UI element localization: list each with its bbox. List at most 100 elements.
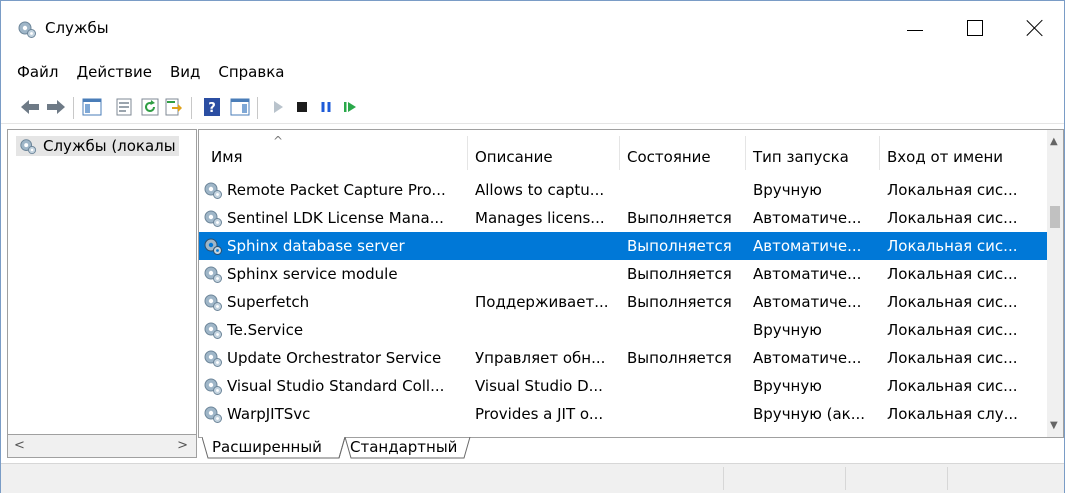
export-list-button[interactable]: [163, 96, 185, 118]
maximize-button[interactable]: [945, 1, 1005, 55]
cell-description: Visual Studio D...: [475, 377, 603, 395]
tab-standard[interactable]: Стандартный: [344, 437, 463, 458]
toolbar-separator: [257, 97, 258, 119]
service-gears-icon: [204, 210, 222, 227]
list-row[interactable]: WarpJITSvc Provides a JIT o... Вручную (…: [199, 400, 1047, 428]
maximize-icon: [967, 20, 983, 36]
cell-logon-as: Локальная сис...: [887, 237, 1018, 255]
cell-startup-type: Автоматиче...: [753, 265, 862, 283]
column-divider[interactable]: [879, 136, 880, 170]
list-vertical-scrollbar[interactable]: ▲ ▼: [1047, 130, 1063, 437]
restart-service-button[interactable]: [339, 96, 361, 118]
status-bar: [1, 463, 1064, 493]
cell-name: Sphinx service module: [227, 265, 398, 283]
forward-arrow-icon: [47, 100, 65, 114]
tree-horizontal-scrollbar[interactable]: < >: [7, 435, 197, 458]
menu-file[interactable]: Файл: [1, 61, 67, 85]
tree-item-services-local[interactable]: Службы (локалы: [16, 136, 179, 156]
minimize-button[interactable]: [885, 1, 945, 55]
back-arrow-icon: [21, 100, 39, 114]
forward-button[interactable]: [45, 96, 67, 118]
cell-name: Sentinel LDK License Mana...: [227, 209, 444, 227]
cell-logon-as: Локальная сис...: [887, 349, 1018, 367]
start-service-icon: [274, 101, 283, 113]
stop-service-button[interactable]: [291, 96, 313, 118]
cell-description: Manages licens...: [475, 209, 605, 227]
scroll-up-icon[interactable]: ▲: [1050, 136, 1058, 147]
column-header-startup-type[interactable]: Тип запуска: [753, 148, 849, 166]
scroll-right-icon[interactable]: >: [177, 438, 188, 453]
cell-logon-as: Локальная сис...: [887, 181, 1018, 199]
refresh-icon: [141, 98, 159, 116]
column-divider[interactable]: [467, 136, 468, 170]
menu-bar: Файл Действие Вид Справка: [1, 61, 293, 85]
refresh-button[interactable]: [139, 96, 161, 118]
list-row-selected[interactable]: Sphinx database server Выполняется Автом…: [199, 232, 1047, 260]
menu-help[interactable]: Справка: [209, 61, 293, 85]
scroll-left-icon[interactable]: <: [14, 438, 25, 453]
help-button[interactable]: ?: [201, 96, 223, 118]
menu-action[interactable]: Действие: [67, 61, 161, 85]
list-header: ^ Имя Описание Состояние Тип запуска Вхо…: [199, 130, 1047, 170]
action-pane-button[interactable]: [229, 96, 251, 118]
scroll-down-icon[interactable]: ▼: [1050, 420, 1058, 431]
status-divider: [947, 467, 948, 490]
service-gears-icon: [204, 322, 222, 339]
cell-state: Выполняется: [627, 209, 732, 227]
list-row[interactable]: Update Orchestrator Service Управляет об…: [199, 344, 1047, 372]
status-divider: [723, 467, 724, 490]
list-row[interactable]: Superfetch Поддерживает... Выполняется А…: [199, 288, 1047, 316]
show-hide-action-pane-icon: [230, 98, 250, 116]
list-row[interactable]: Visual Studio Standard Coll... Visual St…: [199, 372, 1047, 400]
cell-name: Superfetch: [227, 293, 310, 311]
console-tree-button[interactable]: [81, 96, 103, 118]
restart-service-icon: [344, 102, 356, 112]
toolbar-separator: [73, 97, 74, 119]
tab-extended[interactable]: Расширенный: [206, 437, 328, 458]
column-header-logon-as[interactable]: Вход от имени: [887, 148, 1003, 166]
cell-state: Выполняется: [627, 265, 732, 283]
cell-logon-as: Локальная сис...: [887, 377, 1018, 395]
stop-service-icon: [297, 102, 307, 112]
list-row[interactable]: Sphinx service module Выполняется Автома…: [199, 260, 1047, 288]
column-header-name[interactable]: Имя: [211, 148, 243, 166]
cell-startup-type: Вручную: [753, 377, 822, 395]
cell-name: Visual Studio Standard Coll...: [227, 377, 445, 395]
status-divider: [845, 467, 846, 490]
gears-icon: [20, 139, 37, 155]
service-gears-icon: [204, 266, 222, 283]
svg-text:?: ?: [208, 101, 216, 116]
service-gears-icon: [204, 350, 222, 367]
list-row[interactable]: Te.Service Вручную Локальная сис...: [199, 316, 1047, 344]
cell-name: Sphinx database server: [227, 237, 405, 255]
pause-service-button[interactable]: [315, 96, 337, 118]
close-button[interactable]: [1005, 1, 1065, 55]
back-button[interactable]: [19, 96, 41, 118]
list-row[interactable]: Sentinel LDK License Mana... Manages lic…: [199, 204, 1047, 232]
cell-description: Provides a JIT o...: [475, 405, 604, 423]
scrollbar-thumb[interactable]: [1050, 206, 1060, 228]
start-service-button[interactable]: [267, 96, 289, 118]
column-divider[interactable]: [619, 136, 620, 170]
menu-view[interactable]: Вид: [161, 61, 209, 85]
close-icon: [1026, 19, 1044, 37]
service-gears-icon: [204, 406, 222, 423]
column-divider[interactable]: [745, 136, 746, 170]
list-row[interactable]: Remote Packet Capture Pro... Allows to c…: [199, 176, 1047, 204]
cell-description: Allows to captu...: [475, 181, 605, 199]
services-list: ^ Имя Описание Состояние Тип запуска Вхо…: [198, 129, 1064, 438]
cell-startup-type: Автоматиче...: [753, 209, 862, 227]
minimize-icon: [907, 29, 923, 31]
title-bar[interactable]: Службы: [1, 1, 1064, 55]
tree-item-label: Службы (локалы: [43, 137, 176, 155]
properties-button[interactable]: [113, 96, 135, 118]
cell-description: Управляет обн...: [475, 349, 606, 367]
window-title: Службы: [45, 19, 109, 37]
properties-icon: [116, 98, 132, 116]
cell-state: Выполняется: [627, 237, 732, 255]
column-header-state[interactable]: Состояние: [627, 148, 711, 166]
column-header-description[interactable]: Описание: [475, 148, 553, 166]
service-gears-icon: [204, 294, 222, 311]
gears-icon: [18, 21, 36, 38]
cell-startup-type: Вручную (ак...: [753, 405, 866, 423]
